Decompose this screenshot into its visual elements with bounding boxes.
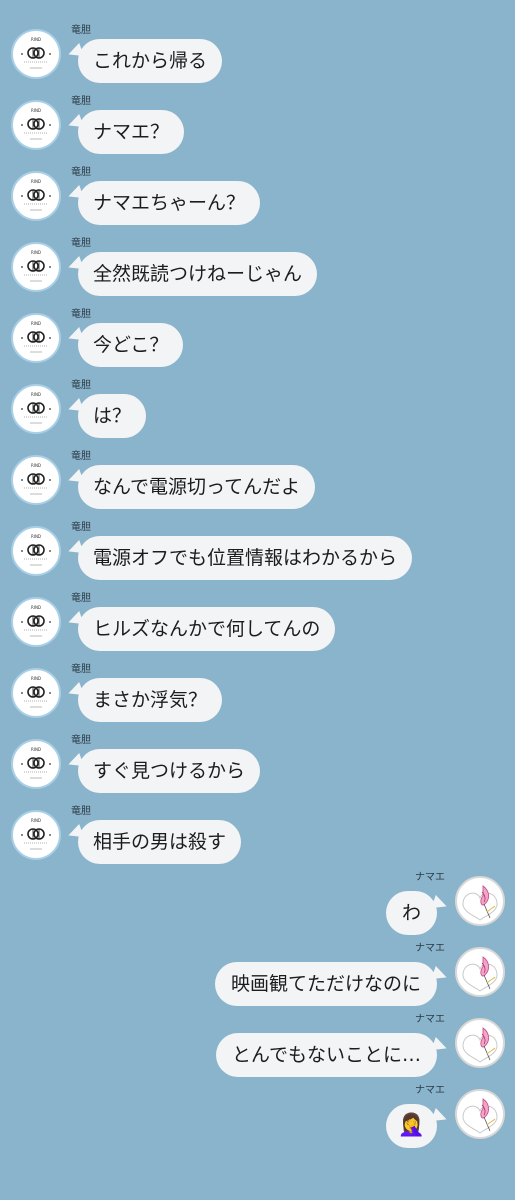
message-row: RIND 竜胆ナマエちゃーん？: [0, 167, 515, 242]
message-bubble[interactable]: は？: [78, 394, 147, 438]
sender-name: 竜胆: [71, 593, 91, 604]
svg-text:RIND: RIND: [31, 605, 41, 610]
sender-name: 竜胆: [71, 309, 91, 320]
ryudan-avatar-icon[interactable]: RIND: [11, 739, 61, 789]
svg-text:RIND: RIND: [31, 463, 41, 468]
sender-name: 竜胆: [71, 806, 91, 817]
sender-name: 竜胆: [71, 451, 91, 462]
message-row: RIND 竜胆ナマエ？: [0, 96, 515, 171]
svg-text:RIND: RIND: [31, 747, 41, 752]
message-row: RIND 竜胆電源オフでも位置情報はわかるから: [0, 522, 515, 597]
message-bubble[interactable]: これから帰る: [78, 39, 223, 83]
message-row: ナマエ 🤦‍♀️: [0, 1085, 515, 1160]
sender-name: 竜胆: [71, 238, 91, 249]
sender-name: 竜胆: [71, 25, 91, 36]
message-bubble[interactable]: とんでもないことに…: [215, 1033, 437, 1077]
ryudan-avatar-icon[interactable]: RIND: [11, 313, 61, 363]
svg-text:RIND: RIND: [31, 534, 41, 539]
ryudan-avatar-icon[interactable]: RIND: [11, 29, 61, 79]
svg-text:RIND: RIND: [31, 818, 41, 823]
message-row: RIND 竜胆ヒルズなんかで何してんの: [0, 593, 515, 668]
flower-avatar-icon[interactable]: [455, 876, 505, 926]
ryudan-avatar-icon[interactable]: RIND: [11, 597, 61, 647]
svg-text:RIND: RIND: [31, 250, 41, 255]
message-bubble[interactable]: すぐ見つけるから: [78, 749, 261, 793]
ryudan-avatar-icon[interactable]: RIND: [11, 384, 61, 434]
ryudan-avatar-icon[interactable]: RIND: [11, 171, 61, 221]
ryudan-avatar-icon[interactable]: RIND: [11, 455, 61, 505]
message-bubble[interactable]: 電源オフでも位置情報はわかるから: [78, 536, 413, 580]
sender-name: 竜胆: [71, 522, 91, 533]
sender-name: 竜胆: [71, 96, 91, 107]
message-row: ナマエわ: [0, 872, 515, 947]
message-bubble[interactable]: ヒルズなんかで何してんの: [78, 607, 336, 651]
message-bubble[interactable]: まさか浮気？: [78, 678, 223, 722]
sender-name: 竜胆: [71, 167, 91, 178]
ryudan-avatar-icon[interactable]: RIND: [11, 100, 61, 150]
message-row: RIND 竜胆全然既読つけねーじゃん: [0, 238, 515, 313]
svg-text:RIND: RIND: [31, 392, 41, 397]
sender-name: 竜胆: [71, 380, 91, 391]
message-row: ナマエとんでもないことに…: [0, 1014, 515, 1089]
flower-avatar-icon[interactable]: [455, 1018, 505, 1068]
svg-text:RIND: RIND: [31, 37, 41, 42]
message-row: RIND 竜胆まさか浮気？: [0, 664, 515, 739]
svg-text:RIND: RIND: [31, 179, 41, 184]
message-row: RIND 竜胆今どこ？: [0, 309, 515, 384]
ryudan-avatar-icon[interactable]: RIND: [11, 526, 61, 576]
message-bubble[interactable]: ナマエ？: [78, 110, 185, 154]
chat-area[interactable]: RIND 竜胆 これから帰る RIND 竜胆 ナマエ？ RIND 竜胆 ナマエちゃーん…: [0, 0, 515, 1200]
message-bubble[interactable]: 全然既読つけねーじゃん: [78, 252, 318, 296]
message-bubble[interactable]: わ: [385, 891, 437, 935]
message-bubble[interactable]: 映画観てただけなのに: [214, 962, 437, 1006]
svg-text:RIND: RIND: [31, 321, 41, 326]
message-row: RIND 竜胆は？: [0, 380, 515, 455]
sender-name: 竜胆: [71, 735, 91, 746]
ryudan-avatar-icon[interactable]: RIND: [11, 242, 61, 292]
message-bubble[interactable]: 🤦‍♀️: [385, 1104, 437, 1148]
sender-name: ナマエ: [415, 1014, 445, 1025]
ryudan-avatar-icon[interactable]: RIND: [11, 810, 61, 860]
flower-avatar-icon[interactable]: [455, 947, 505, 997]
message-bubble[interactable]: 今どこ？: [78, 323, 184, 367]
message-bubble[interactable]: ナマエちゃーん？: [78, 181, 261, 225]
svg-text:RIND: RIND: [31, 108, 41, 113]
sender-name: ナマエ: [415, 872, 445, 883]
ryudan-avatar-icon[interactable]: RIND: [11, 668, 61, 718]
message-row: RIND 竜胆なんで電源切ってんだよ: [0, 451, 515, 526]
sender-name: ナマエ: [415, 1085, 445, 1096]
message-row: RIND 竜胆これから帰る: [0, 25, 515, 100]
message-row: RIND 竜胆すぐ見つけるから: [0, 735, 515, 810]
sender-name: ナマエ: [415, 943, 445, 954]
flower-avatar-icon[interactable]: [455, 1089, 505, 1139]
message-bubble[interactable]: 相手の男は殺す: [78, 820, 242, 864]
sender-name: 竜胆: [71, 664, 91, 675]
message-row: ナマエ映画観てただけなのに: [0, 943, 515, 1018]
message-bubble[interactable]: なんで電源切ってんだよ: [78, 465, 316, 509]
svg-text:RIND: RIND: [31, 676, 41, 681]
